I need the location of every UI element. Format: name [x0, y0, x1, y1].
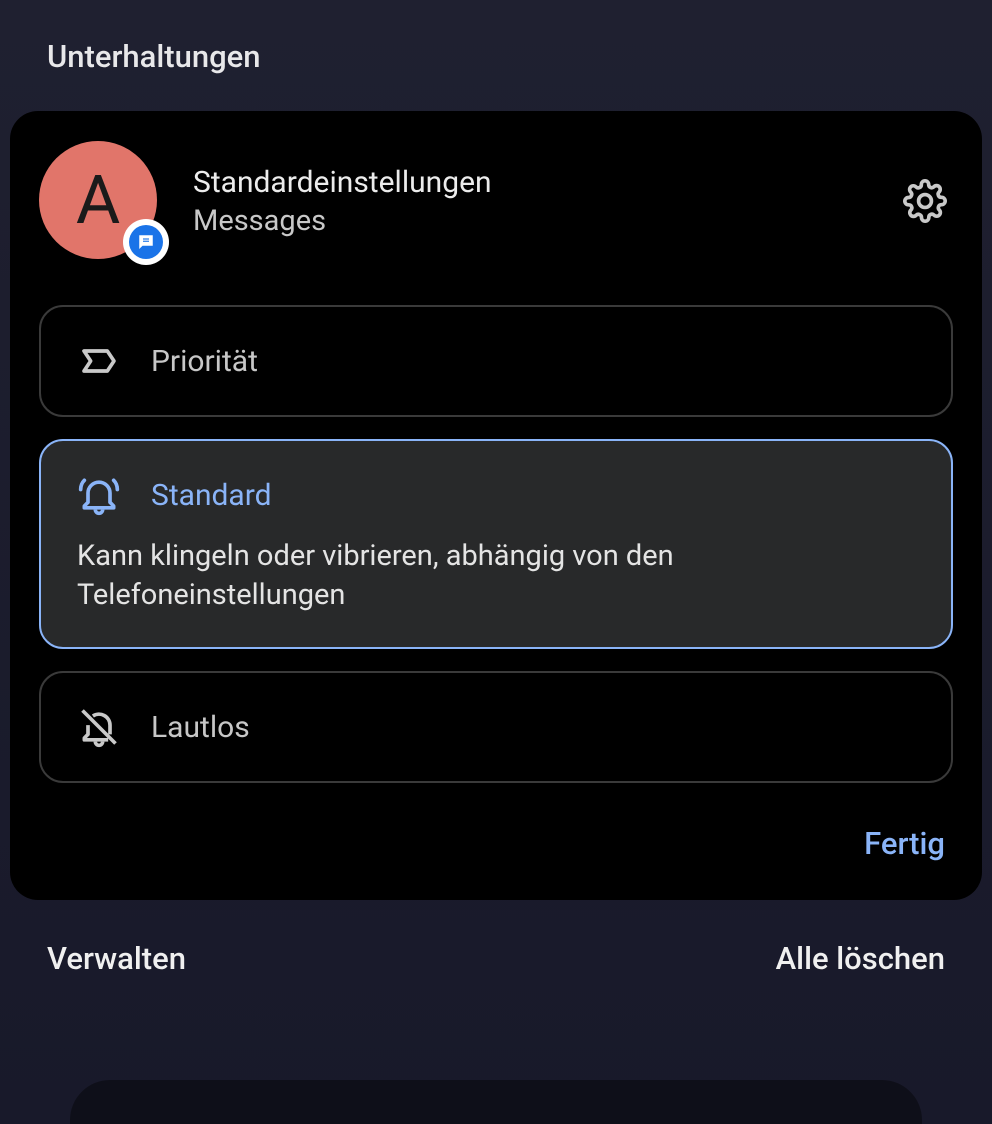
settings-button[interactable]	[901, 177, 949, 225]
bell-off-icon	[77, 705, 121, 749]
header-title: Standardeinstellungen	[193, 165, 867, 200]
header-text: Standardeinstellungen Messages	[193, 165, 867, 238]
priority-icon	[77, 339, 121, 383]
option-standard-description: Kann klingeln oder vibrieren, abhängig v…	[77, 537, 915, 615]
app-badge	[123, 219, 169, 265]
messages-icon	[129, 225, 163, 259]
header-subtitle: Messages	[193, 204, 867, 238]
bottom-bar: Verwalten Alle löschen	[0, 900, 992, 977]
option-standard-label: Standard	[151, 478, 272, 513]
done-button[interactable]: Fertig	[864, 825, 945, 862]
avatar: A	[39, 141, 159, 261]
background-element	[70, 1080, 922, 1124]
avatar-letter: A	[76, 160, 120, 240]
option-priority-label: Priorität	[151, 344, 258, 379]
card-header: A Standardeinstellungen Messages	[39, 141, 953, 261]
done-button-wrap: Fertig	[39, 825, 953, 862]
clear-all-button[interactable]: Alle löschen	[776, 940, 945, 977]
notification-settings-card: A Standardeinstellungen Messages	[10, 111, 982, 900]
bell-ring-icon	[77, 473, 121, 517]
option-priority[interactable]: Priorität	[39, 305, 953, 417]
section-title: Unterhaltungen	[0, 0, 992, 75]
notification-options: Priorität Standard Kann klingeln oder vi…	[39, 305, 953, 783]
gear-icon	[903, 179, 947, 223]
option-standard[interactable]: Standard Kann klingeln oder vibrieren, a…	[39, 439, 953, 649]
option-silent[interactable]: Lautlos	[39, 671, 953, 783]
option-silent-label: Lautlos	[151, 710, 250, 745]
manage-button[interactable]: Verwalten	[47, 940, 186, 977]
